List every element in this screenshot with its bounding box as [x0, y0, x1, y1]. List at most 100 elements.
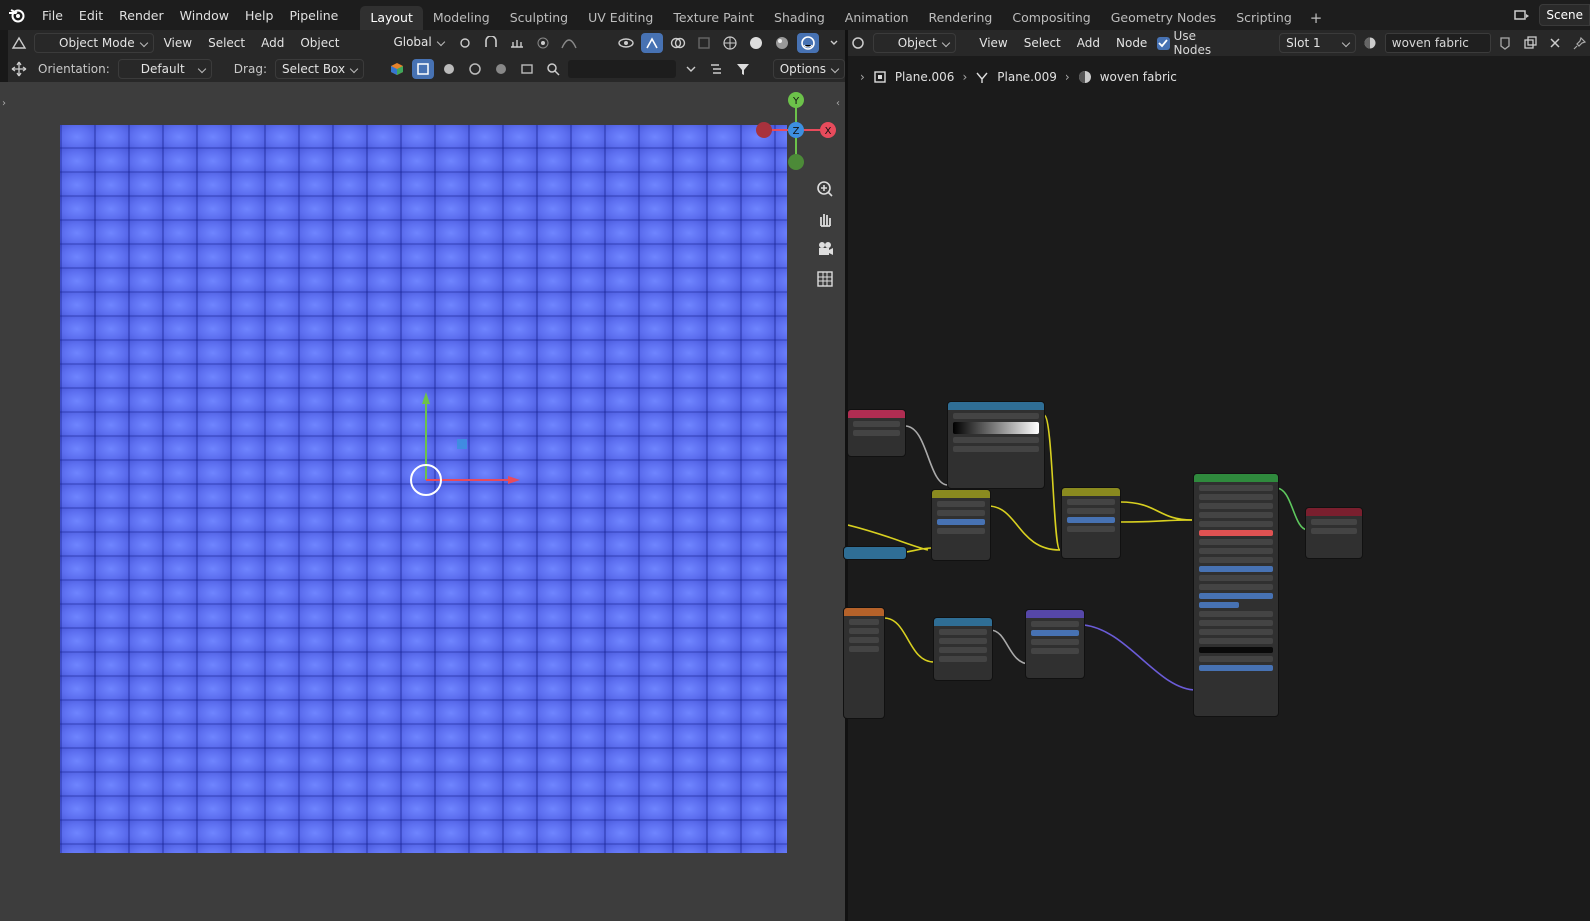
- snap-increment-icon[interactable]: [506, 33, 528, 53]
- material-icon: [1078, 71, 1091, 83]
- light-filter-icon[interactable]: [464, 59, 486, 79]
- menu-file[interactable]: File: [34, 8, 71, 23]
- add-workspace-icon[interactable]: +: [1302, 6, 1331, 30]
- shading-options-icon[interactable]: [823, 33, 845, 53]
- menu-window[interactable]: Window: [172, 8, 237, 23]
- tab-texture-paint[interactable]: Texture Paint: [663, 6, 764, 30]
- tab-rendering[interactable]: Rendering: [919, 6, 1003, 30]
- tab-animation[interactable]: Animation: [835, 6, 919, 30]
- breadcrumb-object[interactable]: Plane.006: [895, 70, 955, 84]
- tab-shading[interactable]: Shading: [764, 6, 835, 30]
- blender-logo-icon[interactable]: [0, 0, 34, 30]
- shading-solid-icon[interactable]: [745, 33, 767, 53]
- breadcrumb-material[interactable]: woven fabric: [1100, 70, 1177, 84]
- tab-geometry-nodes[interactable]: Geometry Nodes: [1101, 6, 1226, 30]
- camera-filter-icon[interactable]: [490, 59, 512, 79]
- duplicate-icon[interactable]: [1520, 33, 1541, 53]
- pin-icon[interactable]: [1569, 33, 1590, 53]
- color-ramp-node[interactable]: [948, 402, 1044, 488]
- tab-compositing[interactable]: Compositing: [1002, 6, 1100, 30]
- xray-icon[interactable]: [693, 33, 715, 53]
- node-editor-type-icon[interactable]: [848, 33, 869, 53]
- bump-node[interactable]: [1026, 610, 1084, 678]
- shading-rendered-icon[interactable]: [797, 33, 819, 53]
- sidebar-expand-icon[interactable]: ‹: [836, 98, 840, 109]
- search-options-icon[interactable]: [680, 59, 702, 79]
- viewport-menu-add[interactable]: Add: [255, 33, 290, 53]
- slot-dropdown[interactable]: Slot 1: [1279, 33, 1357, 53]
- viewport-menu-object[interactable]: Object: [294, 33, 345, 53]
- menu-help[interactable]: Help: [237, 8, 282, 23]
- object-type-filter-icon[interactable]: [386, 59, 408, 79]
- mesh-filter-icon[interactable]: [438, 59, 460, 79]
- search-icon[interactable]: [542, 59, 564, 79]
- ortho-grid-icon[interactable]: [812, 266, 838, 292]
- node-menu-select[interactable]: Select: [1018, 33, 1067, 53]
- workspace-tabs: Layout Modeling Sculpting UV Editing Texture…: [360, 0, 1330, 30]
- node-menu-add[interactable]: Add: [1071, 33, 1106, 53]
- breadcrumb-mesh[interactable]: Plane.009: [997, 70, 1057, 84]
- camera-view-icon[interactable]: [812, 236, 838, 262]
- shading-wireframe-icon[interactable]: [719, 33, 741, 53]
- scene-browse-icon[interactable]: [1511, 5, 1533, 25]
- visibility-icon[interactable]: [615, 33, 637, 53]
- menu-render[interactable]: Render: [111, 8, 172, 23]
- transform-orientation-dropdown[interactable]: Global: [369, 33, 449, 53]
- select-mode-icon[interactable]: [412, 59, 435, 79]
- viewport-menu-select[interactable]: Select: [202, 33, 251, 53]
- shader-type-dropdown[interactable]: Object: [872, 33, 956, 53]
- shading-material-icon[interactable]: [771, 33, 793, 53]
- node-menu-view[interactable]: View: [973, 33, 1013, 53]
- value-node[interactable]: [844, 547, 906, 559]
- tab-modeling[interactable]: Modeling: [423, 6, 500, 30]
- drag-dropdown[interactable]: Select Box: [274, 59, 365, 79]
- tab-layout[interactable]: Layout: [360, 6, 423, 30]
- viewport-header: Object Mode View Select Add Object Globa…: [8, 30, 845, 56]
- snap-icon[interactable]: [480, 33, 502, 53]
- other-filter-icon[interactable]: [516, 59, 538, 79]
- viewport-menu-view[interactable]: View: [158, 33, 198, 53]
- gizmo-toggle-icon[interactable]: [641, 33, 663, 53]
- falloff-icon[interactable]: [558, 33, 580, 53]
- shader-node-editor[interactable]: [844, 30, 1590, 921]
- tab-scripting[interactable]: Scripting: [1226, 6, 1302, 30]
- editor-type-icon[interactable]: [8, 33, 30, 53]
- toolbar-expand-icon[interactable]: ›: [2, 98, 6, 109]
- image-texture-node[interactable]: [844, 608, 884, 718]
- material-browse-icon[interactable]: [1360, 33, 1381, 53]
- options-dropdown[interactable]: Options: [772, 59, 845, 79]
- orientation-label: Orientation:: [38, 62, 110, 76]
- unlink-icon[interactable]: [1545, 33, 1566, 53]
- orientation-dropdown[interactable]: Default: [117, 59, 212, 79]
- pan-hand-icon[interactable]: [812, 206, 838, 232]
- proportional-edit-icon[interactable]: [532, 33, 554, 53]
- object-icon: [874, 71, 886, 83]
- outliner-filter-icon[interactable]: [706, 59, 728, 79]
- mix-add-node[interactable]: [1062, 488, 1120, 558]
- zoom-icon[interactable]: [812, 176, 838, 202]
- menu-pipeline[interactable]: Pipeline: [281, 8, 346, 23]
- navigation-gizmo[interactable]: Y X Z: [756, 90, 836, 174]
- fake-user-icon[interactable]: [1495, 33, 1516, 53]
- 3d-viewport[interactable]: Y X Z › ‹: [0, 82, 845, 921]
- menu-edit[interactable]: Edit: [71, 8, 111, 23]
- material-output-node[interactable]: [1306, 508, 1362, 558]
- object-mode-dropdown[interactable]: Object Mode: [34, 33, 154, 53]
- pivot-icon[interactable]: [454, 33, 476, 53]
- overlays-icon[interactable]: [667, 33, 689, 53]
- tab-uv-editing[interactable]: UV Editing: [578, 6, 663, 30]
- tab-sculpting[interactable]: Sculpting: [500, 6, 578, 30]
- use-nodes-checkbox[interactable]: Use Nodes: [1157, 29, 1233, 57]
- transform-gizmo[interactable]: [400, 382, 530, 512]
- principled-bsdf-node[interactable]: [1194, 474, 1278, 716]
- scene-name[interactable]: Scene: [1539, 4, 1590, 26]
- search-input[interactable]: [568, 60, 677, 78]
- move-tool-icon[interactable]: [8, 59, 30, 79]
- multiply-node-1[interactable]: [932, 490, 990, 560]
- layer-weight-node[interactable]: [848, 410, 905, 456]
- node-menu-node[interactable]: Node: [1110, 33, 1153, 53]
- funnel-filter-icon[interactable]: [732, 59, 754, 79]
- material-name-field[interactable]: woven fabric: [1384, 33, 1492, 53]
- multiply-node-2[interactable]: [934, 618, 992, 680]
- main-menu: File Edit Render Window Help Pipeline: [34, 8, 346, 23]
